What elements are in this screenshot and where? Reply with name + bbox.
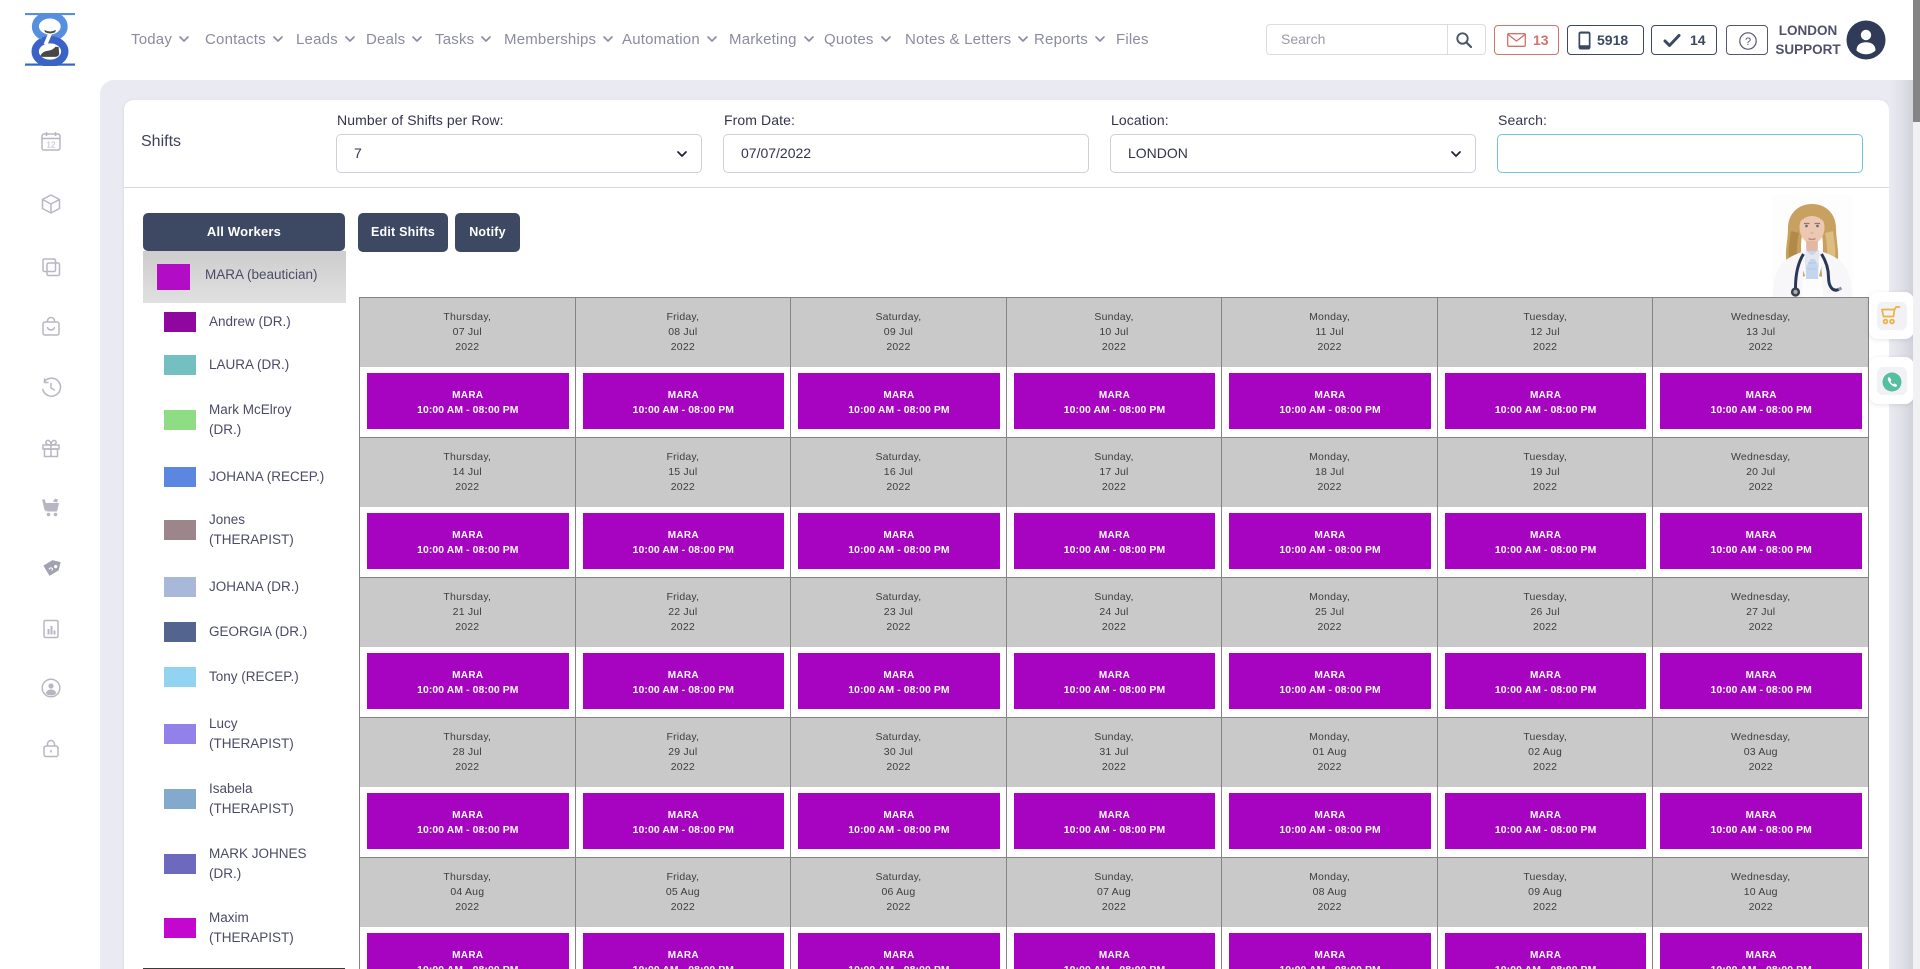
svg-text:?: ? xyxy=(1745,36,1751,48)
svg-text:12: 12 xyxy=(47,141,56,150)
